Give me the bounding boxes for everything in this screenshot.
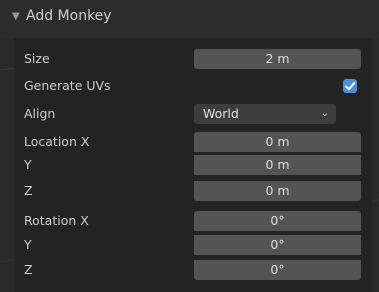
rotation-z-label: Z xyxy=(24,262,33,277)
panel-title: Add Monkey xyxy=(26,8,112,24)
rotation-z-field[interactable]: 0° xyxy=(194,260,361,280)
triangle-down-icon[interactable]: ▼ xyxy=(12,11,20,22)
generate-uvs-checkbox[interactable] xyxy=(343,79,357,93)
align-label: Align xyxy=(24,106,56,121)
align-dropdown-value: World xyxy=(203,106,239,121)
checkmark-icon xyxy=(345,82,356,91)
location-z-field[interactable]: 0 m xyxy=(194,181,361,201)
align-dropdown[interactable]: World ⌄ xyxy=(194,104,336,124)
location-z-label: Z xyxy=(24,183,33,198)
add-monkey-panel: ▼ Add Monkey Size 2 m Generate UVs Align… xyxy=(0,0,379,292)
rotation-y-field[interactable]: 0° xyxy=(194,235,361,255)
location-x-label: Location X xyxy=(24,134,90,149)
rotation-y-label: Y xyxy=(24,237,32,252)
chevron-down-icon: ⌄ xyxy=(320,108,329,119)
rotation-x-field[interactable]: 0° xyxy=(194,211,361,231)
location-y-field[interactable]: 0 m xyxy=(194,155,361,175)
size-field[interactable]: 2 m xyxy=(194,49,361,69)
location-x-field[interactable]: 0 m xyxy=(194,132,361,152)
generate-uvs-label: Generate UVs xyxy=(24,78,111,93)
size-label: Size xyxy=(24,51,50,66)
rotation-x-label: Rotation X xyxy=(24,213,89,228)
location-y-label: Y xyxy=(24,157,32,172)
panel-header[interactable]: ▼ Add Monkey xyxy=(0,0,379,38)
